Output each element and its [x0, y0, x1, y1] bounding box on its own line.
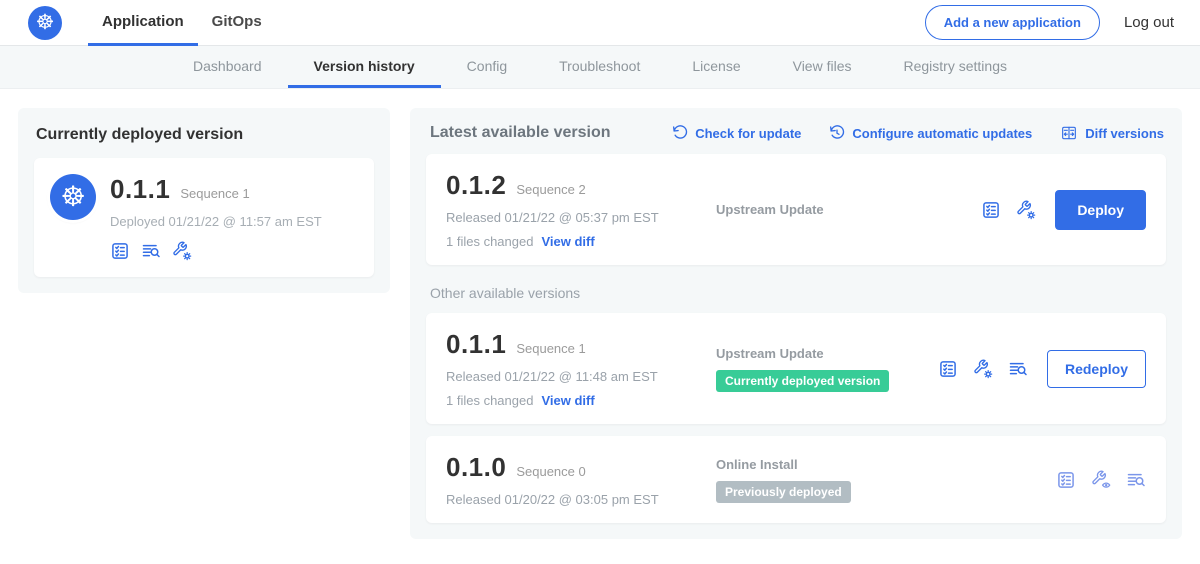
- configure-automatic-updates-link[interactable]: Configure automatic updates: [829, 125, 1032, 141]
- preflight-checks-icon[interactable]: [938, 359, 958, 379]
- version-number: 0.1.2: [446, 170, 506, 201]
- primary-tabs: Application GitOps: [88, 0, 276, 46]
- view-diff-link[interactable]: View diff: [541, 393, 594, 408]
- view-diff-link[interactable]: View diff: [541, 234, 594, 249]
- update-actions: Check for update Configure automatic upd…: [672, 125, 1164, 141]
- check-for-update-link[interactable]: Check for update: [672, 125, 801, 141]
- currently-deployed-panel: Currently deployed version ☸ 0.1.1 Seque…: [18, 108, 390, 293]
- tab-gitops[interactable]: GitOps: [198, 0, 276, 46]
- version-source: Upstream Update: [704, 202, 981, 217]
- sequence-label: Sequence 2: [516, 182, 585, 197]
- refresh-icon: [672, 125, 688, 141]
- diff-versions-label: Diff versions: [1085, 126, 1164, 141]
- view-config-icon[interactable]: [1091, 470, 1111, 490]
- released-timestamp: Released 01/20/22 @ 03:05 pm EST: [446, 492, 704, 507]
- edit-config-icon[interactable]: [973, 359, 993, 379]
- other-versions-title: Other available versions: [430, 285, 1164, 301]
- edit-config-icon[interactable]: [1016, 200, 1036, 220]
- files-changed-label: 1 files changed: [446, 393, 533, 408]
- source-label: Upstream Update: [716, 202, 981, 217]
- deploy-button[interactable]: Deploy: [1055, 190, 1146, 230]
- add-application-button[interactable]: Add a new application: [925, 5, 1100, 40]
- subnav-tab-dashboard[interactable]: Dashboard: [167, 46, 288, 88]
- subnav-tab-config[interactable]: Config: [441, 46, 533, 88]
- subnav-tab-license[interactable]: License: [666, 46, 766, 88]
- diff-icon: [1060, 125, 1078, 141]
- tab-application[interactable]: Application: [88, 0, 198, 46]
- subnav-tab-troubleshoot[interactable]: Troubleshoot: [533, 46, 666, 88]
- deployed-timestamp: Deployed 01/21/22 @ 11:57 am EST: [110, 214, 322, 229]
- deployed-version-number: 0.1.1: [110, 174, 170, 205]
- check-for-update-label: Check for update: [695, 126, 801, 141]
- preflight-checks-icon[interactable]: [110, 241, 130, 261]
- deploy-logs-icon[interactable]: [1126, 470, 1146, 490]
- preflight-checks-icon[interactable]: [1056, 470, 1076, 490]
- version-number: 0.1.1: [446, 329, 506, 360]
- deployed-version-info: 0.1.1 Sequence 1 Deployed 01/21/22 @ 11:…: [110, 174, 322, 261]
- version-number: 0.1.0: [446, 452, 506, 483]
- version-info: 0.1.0 Sequence 0 Released 01/20/22 @ 03:…: [446, 452, 704, 507]
- version-info: 0.1.2 Sequence 2 Released 01/21/22 @ 05:…: [446, 170, 704, 249]
- deploy-logs-icon[interactable]: [141, 241, 161, 261]
- diff-versions-link[interactable]: Diff versions: [1060, 125, 1164, 141]
- subnav-tab-view-files[interactable]: View files: [767, 46, 878, 88]
- version-actions: Redeploy: [938, 350, 1146, 388]
- configure-automatic-updates-label: Configure automatic updates: [852, 126, 1032, 141]
- source-label: Online Install: [716, 457, 1056, 472]
- released-timestamp: Released 01/21/22 @ 11:48 am EST: [446, 369, 704, 384]
- subnav-tab-version-history[interactable]: Version history: [288, 46, 441, 88]
- version-source: Upstream Update Currently deployed versi…: [704, 346, 938, 392]
- latest-available-title: Latest available version: [430, 124, 611, 142]
- version-history-page: Currently deployed version ☸ 0.1.1 Seque…: [0, 89, 1200, 539]
- version-actions: [1056, 470, 1146, 490]
- helm-glyph: ☸: [60, 183, 85, 211]
- deploy-logs-icon[interactable]: [1008, 359, 1028, 379]
- redeploy-button[interactable]: Redeploy: [1047, 350, 1146, 388]
- version-card: 0.1.0 Sequence 0 Released 01/20/22 @ 03:…: [426, 436, 1166, 523]
- released-timestamp: Released 01/21/22 @ 05:37 pm EST: [446, 210, 704, 225]
- version-card: 0.1.1 Sequence 1 Released 01/21/22 @ 11:…: [426, 313, 1166, 424]
- version-info: 0.1.1 Sequence 1 Released 01/21/22 @ 11:…: [446, 329, 704, 408]
- app-header: ☸ Application GitOps Add a new applicati…: [0, 0, 1200, 46]
- files-changed-label: 1 files changed: [446, 234, 533, 249]
- source-label: Upstream Update: [716, 346, 938, 361]
- sequence-label: Sequence 0: [516, 464, 585, 479]
- version-source: Online Install Previously deployed: [704, 457, 1056, 503]
- sequence-label: Sequence 1: [516, 341, 585, 356]
- available-panel-header: Latest available version Check for updat…: [430, 124, 1164, 142]
- available-versions-panel: Latest available version Check for updat…: [410, 108, 1182, 539]
- logout-button[interactable]: Log out: [1124, 14, 1174, 31]
- version-actions: Deploy: [981, 190, 1146, 230]
- subnav-tab-registry-settings[interactable]: Registry settings: [878, 46, 1033, 88]
- auto-update-icon: [829, 125, 845, 141]
- deployed-version-card: ☸ 0.1.1 Sequence 1 Deployed 01/21/22 @ 1…: [34, 158, 374, 277]
- application-icon: ☸: [50, 174, 96, 220]
- kubernetes-logo-icon: ☸: [28, 6, 62, 40]
- deployed-panel-title: Currently deployed version: [36, 126, 374, 144]
- version-card: 0.1.2 Sequence 2 Released 01/21/22 @ 05:…: [426, 154, 1166, 265]
- previously-deployed-badge: Previously deployed: [716, 481, 851, 503]
- deployed-sequence-label: Sequence 1: [180, 186, 249, 201]
- edit-config-icon[interactable]: [172, 241, 192, 261]
- deployed-actions: [110, 241, 322, 261]
- preflight-checks-icon[interactable]: [981, 200, 1001, 220]
- topbar-actions: Add a new application Log out: [925, 5, 1174, 40]
- helm-glyph: ☸: [36, 12, 55, 33]
- app-subnav: Dashboard Version history Config Trouble…: [0, 46, 1200, 89]
- currently-deployed-badge: Currently deployed version: [716, 370, 889, 392]
